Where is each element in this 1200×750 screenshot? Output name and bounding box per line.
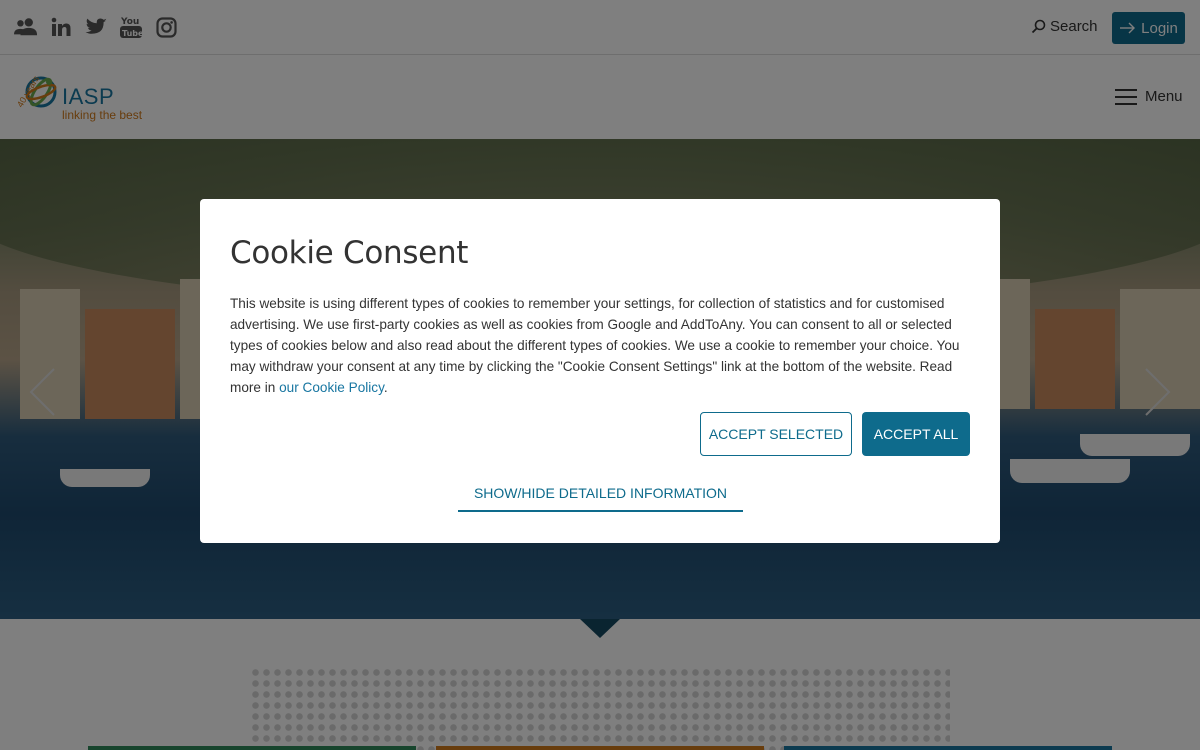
accept-selected-button[interactable]: ACCEPT SELECTED [700,412,852,456]
cookie-policy-link[interactable]: our Cookie Policy [279,380,384,395]
accept-all-button[interactable]: ACCEPT ALL [862,412,970,456]
dialog-body-end: . [383,380,388,395]
cookie-consent-dialog: Cookie Consent This website is using dif… [200,199,1000,543]
dialog-body: This website is using different types of… [230,293,975,398]
dialog-title: Cookie Consent [230,235,469,271]
slider-pointer [580,619,620,638]
show-hide-details-button[interactable]: SHOW/HIDE DETAILED INFORMATION [458,476,743,512]
